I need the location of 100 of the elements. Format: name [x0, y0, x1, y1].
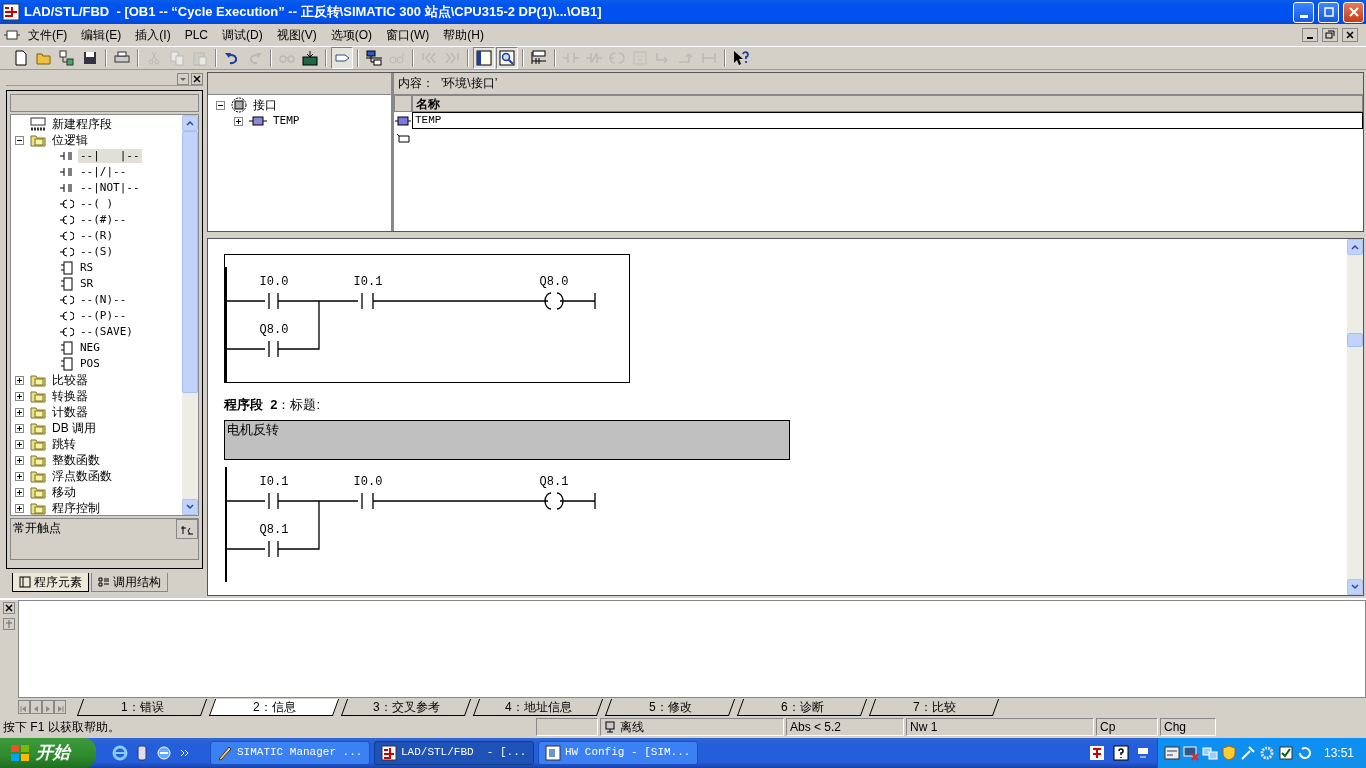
- scroll-thumb[interactable]: [1347, 333, 1363, 347]
- expand-toggle[interactable]: [15, 375, 24, 385]
- expand-toggle[interactable]: [15, 135, 24, 145]
- magnifier-icon: [499, 50, 515, 66]
- menu-item[interactable]: 视图(V): [270, 26, 323, 44]
- tree-item[interactable]: 程序控制: [50, 500, 102, 515]
- tree-item[interactable]: 接口: [251, 97, 279, 113]
- menu-item[interactable]: 插入(I): [129, 26, 177, 44]
- insert-button[interactable]: [176, 519, 198, 539]
- toolbar-button[interactable]: [473, 47, 495, 69]
- table-cell: TEMP: [412, 112, 1363, 129]
- restore-icon: [1325, 30, 1335, 40]
- tree-item[interactable]: 比较器: [50, 372, 90, 388]
- taskbar-button[interactable]: LAD/STL/FBD - [...: [374, 741, 534, 765]
- scroll-up-button[interactable]: [1347, 239, 1363, 255]
- tree-item[interactable]: --(P)--: [78, 309, 129, 323]
- taskbar-button[interactable]: SIMATIC Manager ...: [210, 741, 370, 765]
- tree-item[interactable]: --(#)--: [78, 213, 129, 227]
- input-method-icon: [1088, 745, 1105, 761]
- shield-icon: [1220, 745, 1237, 761]
- toolbar-button[interactable]: [363, 47, 385, 69]
- output-tab[interactable]: 1：错误: [76, 698, 208, 716]
- scrollbar[interactable]: [1347, 239, 1363, 595]
- media-icon: [136, 745, 148, 761]
- tree-item[interactable]: 转换器: [50, 388, 90, 404]
- expand-toggle[interactable]: [15, 503, 24, 513]
- app-icon: [217, 745, 233, 761]
- tree-item[interactable]: 整数函数: [50, 452, 102, 468]
- tree-item[interactable]: --( ): [78, 197, 116, 211]
- tree-item[interactable]: 新建程序段: [50, 116, 114, 132]
- output-tab[interactable]: 4：地址信息: [472, 698, 604, 716]
- expand-toggle[interactable]: [216, 100, 225, 110]
- tree-item[interactable]: SR: [78, 277, 96, 291]
- tree-item[interactable]: 计数器: [50, 404, 90, 420]
- close-button[interactable]: [3, 602, 15, 614]
- output-tab[interactable]: 3：交叉参考: [340, 698, 472, 716]
- scroll-up-button[interactable]: [182, 115, 198, 131]
- tree-item[interactable]: --(R): [78, 229, 116, 243]
- tree-item[interactable]: 位逻辑: [50, 132, 90, 148]
- menu-item[interactable]: 编辑(E): [75, 26, 128, 44]
- operand-label: I0.1: [259, 474, 289, 489]
- menu-item[interactable]: 选项(O): [324, 26, 378, 44]
- toolbar-button[interactable]: [496, 47, 518, 69]
- download-icon: [302, 50, 318, 66]
- maximize-button[interactable]: [1318, 1, 1339, 23]
- tree-item[interactable]: 移动: [50, 484, 78, 500]
- tree-item[interactable]: NEG: [78, 341, 102, 355]
- output-tab[interactable]: 2：信息: [208, 698, 340, 716]
- scroll-down-button[interactable]: [182, 499, 198, 515]
- output-tab[interactable]: 6：诊断: [736, 698, 868, 716]
- tree-item[interactable]: --(N)--: [78, 293, 129, 307]
- tree-item[interactable]: TEMP: [271, 114, 302, 128]
- expand-toggle[interactable]: [15, 391, 24, 401]
- minimize-button[interactable]: [1302, 28, 1318, 42]
- expand-toggle[interactable]: [15, 423, 24, 433]
- clipboard-icon: [192, 50, 208, 66]
- expand-toggle[interactable]: [15, 407, 24, 417]
- network-comment[interactable]: 电机反转: [224, 419, 790, 460]
- scroll-down-button[interactable]: [1347, 579, 1363, 595]
- tree-item[interactable]: DB 调用: [50, 420, 98, 436]
- tree-item[interactable]: --(S): [78, 245, 116, 259]
- tree-item[interactable]: RS: [78, 261, 96, 275]
- scroll-down-icon: [186, 504, 194, 510]
- menu-item[interactable]: 帮助(H): [437, 26, 490, 44]
- tree-item[interactable]: --|NOT|--: [78, 181, 142, 195]
- expand-toggle[interactable]: [15, 455, 24, 465]
- pin-icon: [5, 620, 13, 629]
- column-header[interactable]: 名称: [412, 95, 1363, 112]
- tree-item[interactable]: --(SAVE): [78, 325, 135, 339]
- interface-icon: [231, 97, 247, 113]
- menu-item[interactable]: 调试(D): [216, 26, 269, 44]
- close-button[interactable]: [191, 72, 203, 85]
- tree-item[interactable]: --|/|--: [78, 165, 129, 179]
- panel-tab[interactable]: 调用结构: [91, 572, 168, 592]
- next-tab-icon: [44, 704, 52, 713]
- expand-toggle[interactable]: [234, 116, 243, 126]
- expand-toggle[interactable]: [15, 471, 24, 481]
- taskbar-button[interactable]: HW Config - [SIM...: [538, 741, 698, 765]
- tree-item[interactable]: 跳转: [50, 436, 78, 452]
- tree-item[interactable]: 浮点数函数: [50, 468, 114, 484]
- start-button[interactable]: 开始: [0, 738, 96, 768]
- menu-item[interactable]: 窗口(W): [380, 26, 436, 44]
- menu-item[interactable]: 文件(F): [22, 26, 74, 44]
- function-box-icon: [60, 341, 74, 355]
- panel-tab[interactable]: 程序元素: [12, 572, 89, 592]
- tree-item[interactable]: POS: [78, 357, 102, 371]
- scrollbar[interactable]: [182, 115, 198, 515]
- scroll-thumb[interactable]: [182, 131, 198, 393]
- restore-button[interactable]: [1322, 28, 1338, 42]
- expand-toggle[interactable]: [15, 439, 24, 449]
- output-tab[interactable]: 5：修改: [604, 698, 736, 716]
- folder-icon: [30, 133, 46, 147]
- expand-toggle[interactable]: [15, 487, 24, 497]
- tree-item[interactable]: --| |--: [78, 149, 142, 163]
- menu-item[interactable]: PLC: [178, 26, 214, 44]
- pin-button[interactable]: [3, 618, 15, 630]
- dropdown-button[interactable]: [177, 72, 189, 85]
- refresh-icon: [1296, 745, 1313, 761]
- output-tab[interactable]: 7：比较: [868, 698, 1000, 716]
- close-button[interactable]: [1342, 28, 1358, 42]
